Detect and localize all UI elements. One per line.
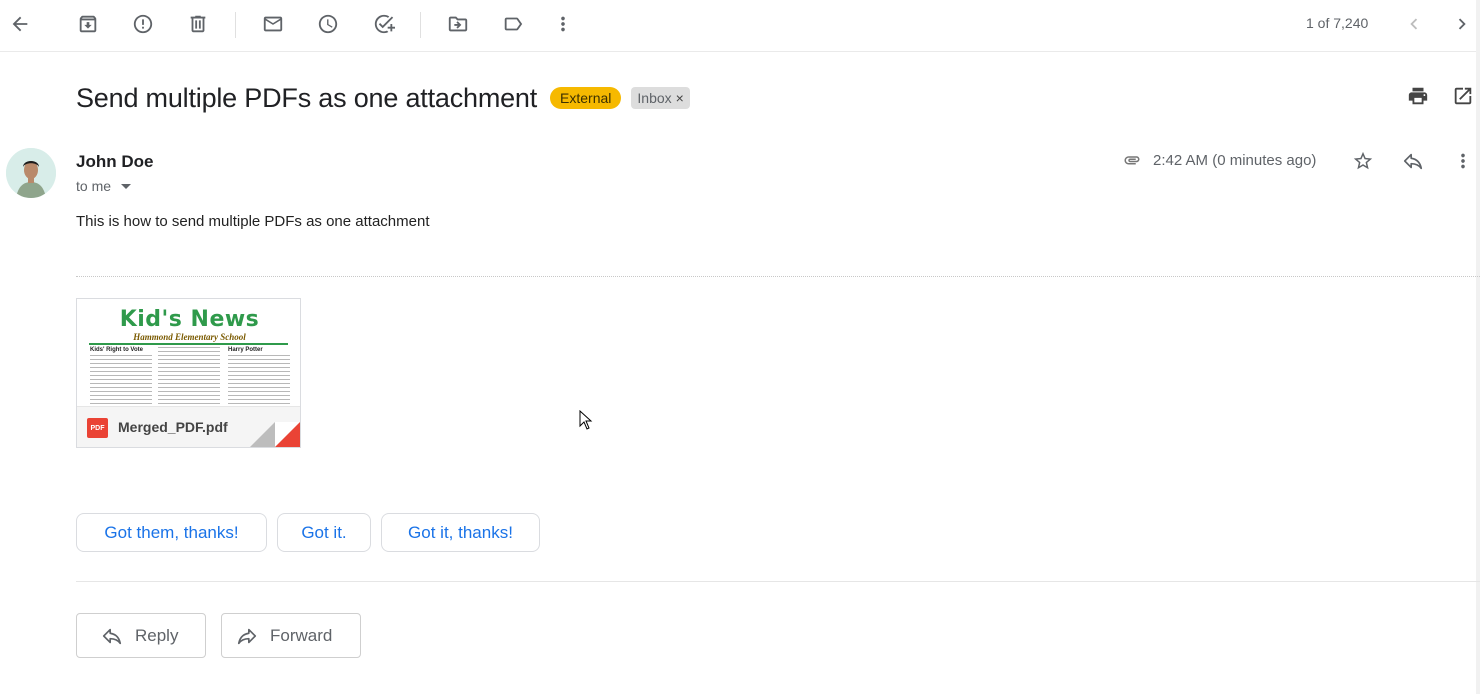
attachments-divider xyxy=(76,276,1480,277)
email-subject: Send multiple PDFs as one attachment xyxy=(76,82,538,113)
attachment-thumbnail[interactable]: Kid's News Hammond Elementary School Kid… xyxy=(77,299,300,406)
chevron-down-icon[interactable] xyxy=(121,183,132,189)
thumbnail-column-title: Kids' Right to Vote xyxy=(90,347,143,353)
subject-row: Send multiple PDFs as one attachment Ext… xyxy=(76,80,690,116)
smart-reply-button[interactable]: Got them, thanks! xyxy=(76,513,267,552)
back-arrow-icon[interactable] xyxy=(4,8,36,40)
sender-name[interactable]: John Doe xyxy=(76,152,153,172)
attachment-clip-icon xyxy=(1124,156,1140,165)
label-inbox[interactable]: Inbox × xyxy=(631,87,690,109)
reply-label: Reply xyxy=(135,625,179,645)
pdf-icon: PDF xyxy=(87,418,108,438)
newer-icon[interactable] xyxy=(1398,8,1430,40)
mark-unread-icon[interactable] xyxy=(257,8,289,40)
reply-icon xyxy=(102,628,122,644)
reply-button[interactable]: Reply xyxy=(76,613,206,658)
label-inbox-text: Inbox xyxy=(637,90,672,106)
toolbar: 1 of 7,240 xyxy=(0,0,1480,52)
label-external: External xyxy=(550,87,622,109)
thumbnail-subtitle: Hammond Elementary School xyxy=(133,332,246,342)
attachment-card[interactable]: Kid's News Hammond Elementary School Kid… xyxy=(76,298,301,448)
thumbnail-column-title: Harry Potter xyxy=(228,347,263,353)
pager-count: 1 of 7,240 xyxy=(1306,15,1369,31)
open-in-new-window-icon[interactable] xyxy=(1448,81,1478,111)
star-icon[interactable] xyxy=(1348,146,1378,176)
email-body: This is how to send multiple PDFs as one… xyxy=(76,213,430,230)
forward-button[interactable]: Forward xyxy=(221,613,361,658)
add-to-tasks-icon[interactable] xyxy=(368,8,400,40)
older-icon[interactable] xyxy=(1446,8,1478,40)
email-timestamp: 2:42 AM (0 minutes ago) xyxy=(1153,152,1317,169)
smart-reply-button[interactable]: Got it, thanks! xyxy=(381,513,540,552)
smart-reply-button[interactable]: Got it. xyxy=(277,513,371,552)
more-vert-icon[interactable] xyxy=(547,8,579,40)
reply-icon[interactable] xyxy=(1398,146,1428,176)
snooze-icon[interactable] xyxy=(312,8,344,40)
toolbar-divider xyxy=(235,12,236,38)
avatar[interactable] xyxy=(6,148,56,198)
toolbar-divider xyxy=(420,12,421,38)
attachment-filename: Merged_PDF.pdf xyxy=(118,419,228,435)
remove-label-icon[interactable]: × xyxy=(676,90,684,106)
recipient-label: to me xyxy=(76,178,112,194)
more-vert-icon[interactable] xyxy=(1448,146,1478,176)
actions-divider xyxy=(76,581,1480,582)
forward-label: Forward xyxy=(270,625,333,645)
archive-icon[interactable] xyxy=(72,8,104,40)
print-icon[interactable] xyxy=(1403,81,1433,111)
report-spam-icon[interactable] xyxy=(127,8,159,40)
thumbnail-title: Kid's News xyxy=(119,307,260,332)
thumbnail-text-column xyxy=(228,355,290,405)
thumbnail-text-column xyxy=(90,355,152,405)
thumbnail-rule xyxy=(89,343,288,345)
labels-icon[interactable] xyxy=(497,8,529,40)
forward-icon xyxy=(237,628,257,644)
attachment-fold-icon xyxy=(250,422,300,447)
mouse-pointer-icon xyxy=(579,410,593,430)
delete-icon[interactable] xyxy=(182,8,214,40)
recipient-details[interactable]: to me xyxy=(76,178,132,194)
move-to-icon[interactable] xyxy=(442,8,474,40)
thumbnail-text-column xyxy=(158,347,220,405)
